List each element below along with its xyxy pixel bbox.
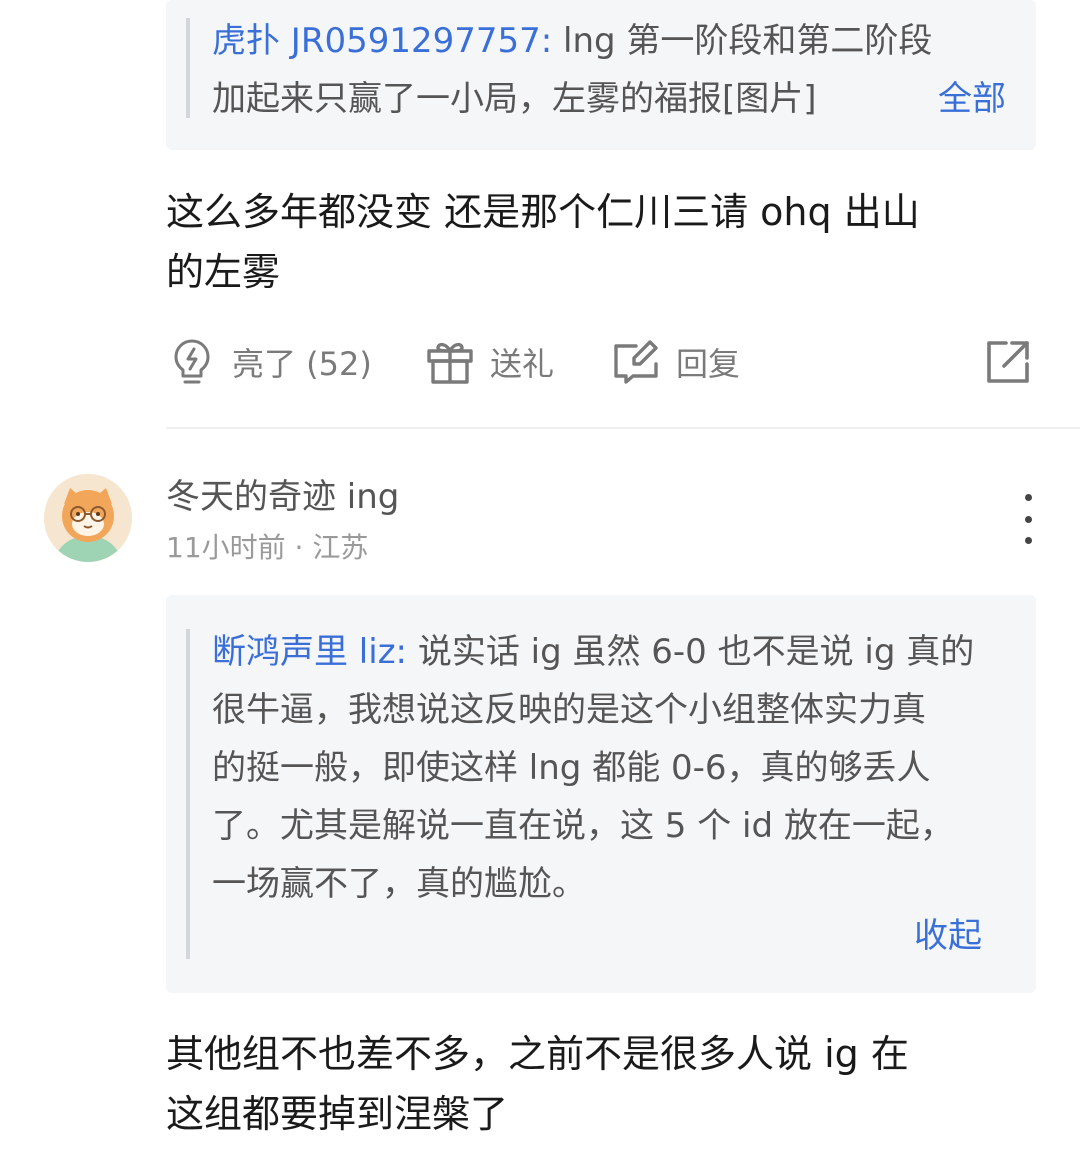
like-button[interactable]: 亮了 (52) [166, 330, 372, 394]
comment-body-line1: 这么多年都没变 还是那个仁川三请 ohq 出山 [166, 190, 920, 234]
quoted-text-line: 很牛逼，我想说这反映的是这个小组整体实力真 [212, 690, 926, 730]
gift-button[interactable]: 送礼 [424, 330, 554, 394]
lightbulb-icon [166, 336, 218, 388]
comment-body: 这么多年都没变 还是那个仁川三请 ohq 出山 的左雾 [166, 182, 1036, 302]
comment-meta: 11小时前 · 江苏 [166, 531, 369, 564]
quoted-reply-box: 断鸿声里 liz: 说实话 ig 虽然 6-0 也不是说 ig 真的 很牛逼，我… [166, 595, 1036, 993]
quote-bar [186, 629, 190, 959]
collapse-link[interactable]: 收起 [914, 907, 982, 965]
gift-icon [424, 336, 476, 388]
expand-all-link[interactable]: 全部 [938, 70, 1006, 128]
quoted-reply-box: 虎扑 JR0591297757: lng 第一阶段和第二阶段 加起来只赢了一小局… [166, 0, 1036, 150]
quoted-author[interactable]: 虎扑 JR0591297757: [212, 21, 552, 61]
quoted-text-line2: 加起来只赢了一小局，左雾的福报[图片] [212, 79, 817, 119]
edit-reply-icon [610, 336, 662, 388]
quote-bar [186, 18, 190, 118]
comment-body: 其他组不也差不多，之前不是很多人说 ig 在 这组都要掉到涅槃了 [166, 1024, 1036, 1144]
quoted-text-line: 的挺一般，即使这样 lng 都能 0-6，真的够丢人 [212, 748, 931, 788]
share-icon [984, 338, 1032, 386]
like-count-label: 亮了 (52) [232, 345, 372, 383]
user-avatar[interactable] [44, 474, 132, 562]
comment-body-line2: 的左雾 [166, 250, 281, 294]
quoted-text-line1: lng 第一阶段和第二阶段 [552, 21, 933, 61]
comment-body-line2: 这组都要掉到涅槃了 [166, 1092, 509, 1136]
username[interactable]: 冬天的奇迹 ing [166, 472, 399, 522]
comment-action-bar: 亮了 (52) 送礼 回复 [166, 330, 1036, 394]
quoted-author[interactable]: 断鸿声里 liz: [212, 632, 407, 672]
more-vertical-icon[interactable] [1010, 494, 1046, 544]
quoted-text-line: 说实话 ig 虽然 6-0 也不是说 ig 真的 [407, 632, 975, 672]
quoted-reply-text: 断鸿声里 liz: 说实话 ig 虽然 6-0 也不是说 ig 真的 很牛逼，我… [212, 623, 1012, 913]
quoted-reply-text: 虎扑 JR0591297757: lng 第一阶段和第二阶段 加起来只赢了一小局… [212, 12, 1012, 128]
quoted-text-line: 一场赢不了，真的尴尬。 [212, 864, 586, 904]
comment-divider [166, 427, 1080, 429]
gift-label: 送礼 [490, 345, 555, 383]
quoted-text-line: 了。尤其是解说一直在说，这 5 个 id 放在一起， [212, 806, 954, 846]
reply-button[interactable]: 回复 [610, 330, 740, 394]
comment-body-line1: 其他组不也差不多，之前不是很多人说 ig 在 [166, 1032, 909, 1076]
share-button[interactable] [984, 330, 1032, 394]
reply-label: 回复 [676, 345, 741, 383]
